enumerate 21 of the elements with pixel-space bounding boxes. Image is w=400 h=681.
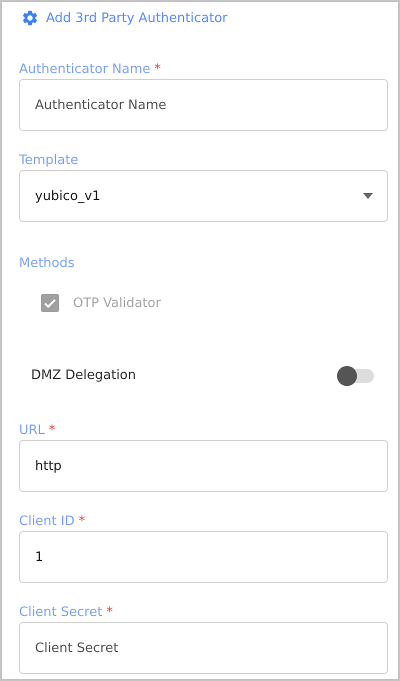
field-label: Authenticator Name xyxy=(19,62,150,77)
template-select[interactable]: yubico_v1 xyxy=(19,170,388,222)
field-label: Template xyxy=(19,153,78,168)
toggle-switch[interactable] xyxy=(338,368,374,382)
field-label: Client Secret xyxy=(19,605,102,620)
section-label: Methods xyxy=(19,256,75,271)
form-title: Add 3rd Party Authenticator xyxy=(46,10,228,26)
input-field[interactable]: Authenticator Name xyxy=(19,79,388,131)
gear-icon xyxy=(21,9,39,27)
required-mark: * xyxy=(48,423,56,438)
checkbox-label: OTP Validator xyxy=(73,296,161,310)
toggle-label: DMZ Delegation xyxy=(31,368,136,383)
required-mark: * xyxy=(78,514,86,529)
field-label: Client ID xyxy=(19,514,75,529)
required-mark: * xyxy=(154,62,161,77)
caret-icon xyxy=(363,193,373,199)
required-mark: * xyxy=(106,605,113,620)
input-field[interactable]: 1 xyxy=(19,531,388,583)
field-label: URL xyxy=(19,423,45,438)
input-field[interactable]: http xyxy=(19,440,388,492)
input-field[interactable]: Client Secret xyxy=(19,622,388,674)
